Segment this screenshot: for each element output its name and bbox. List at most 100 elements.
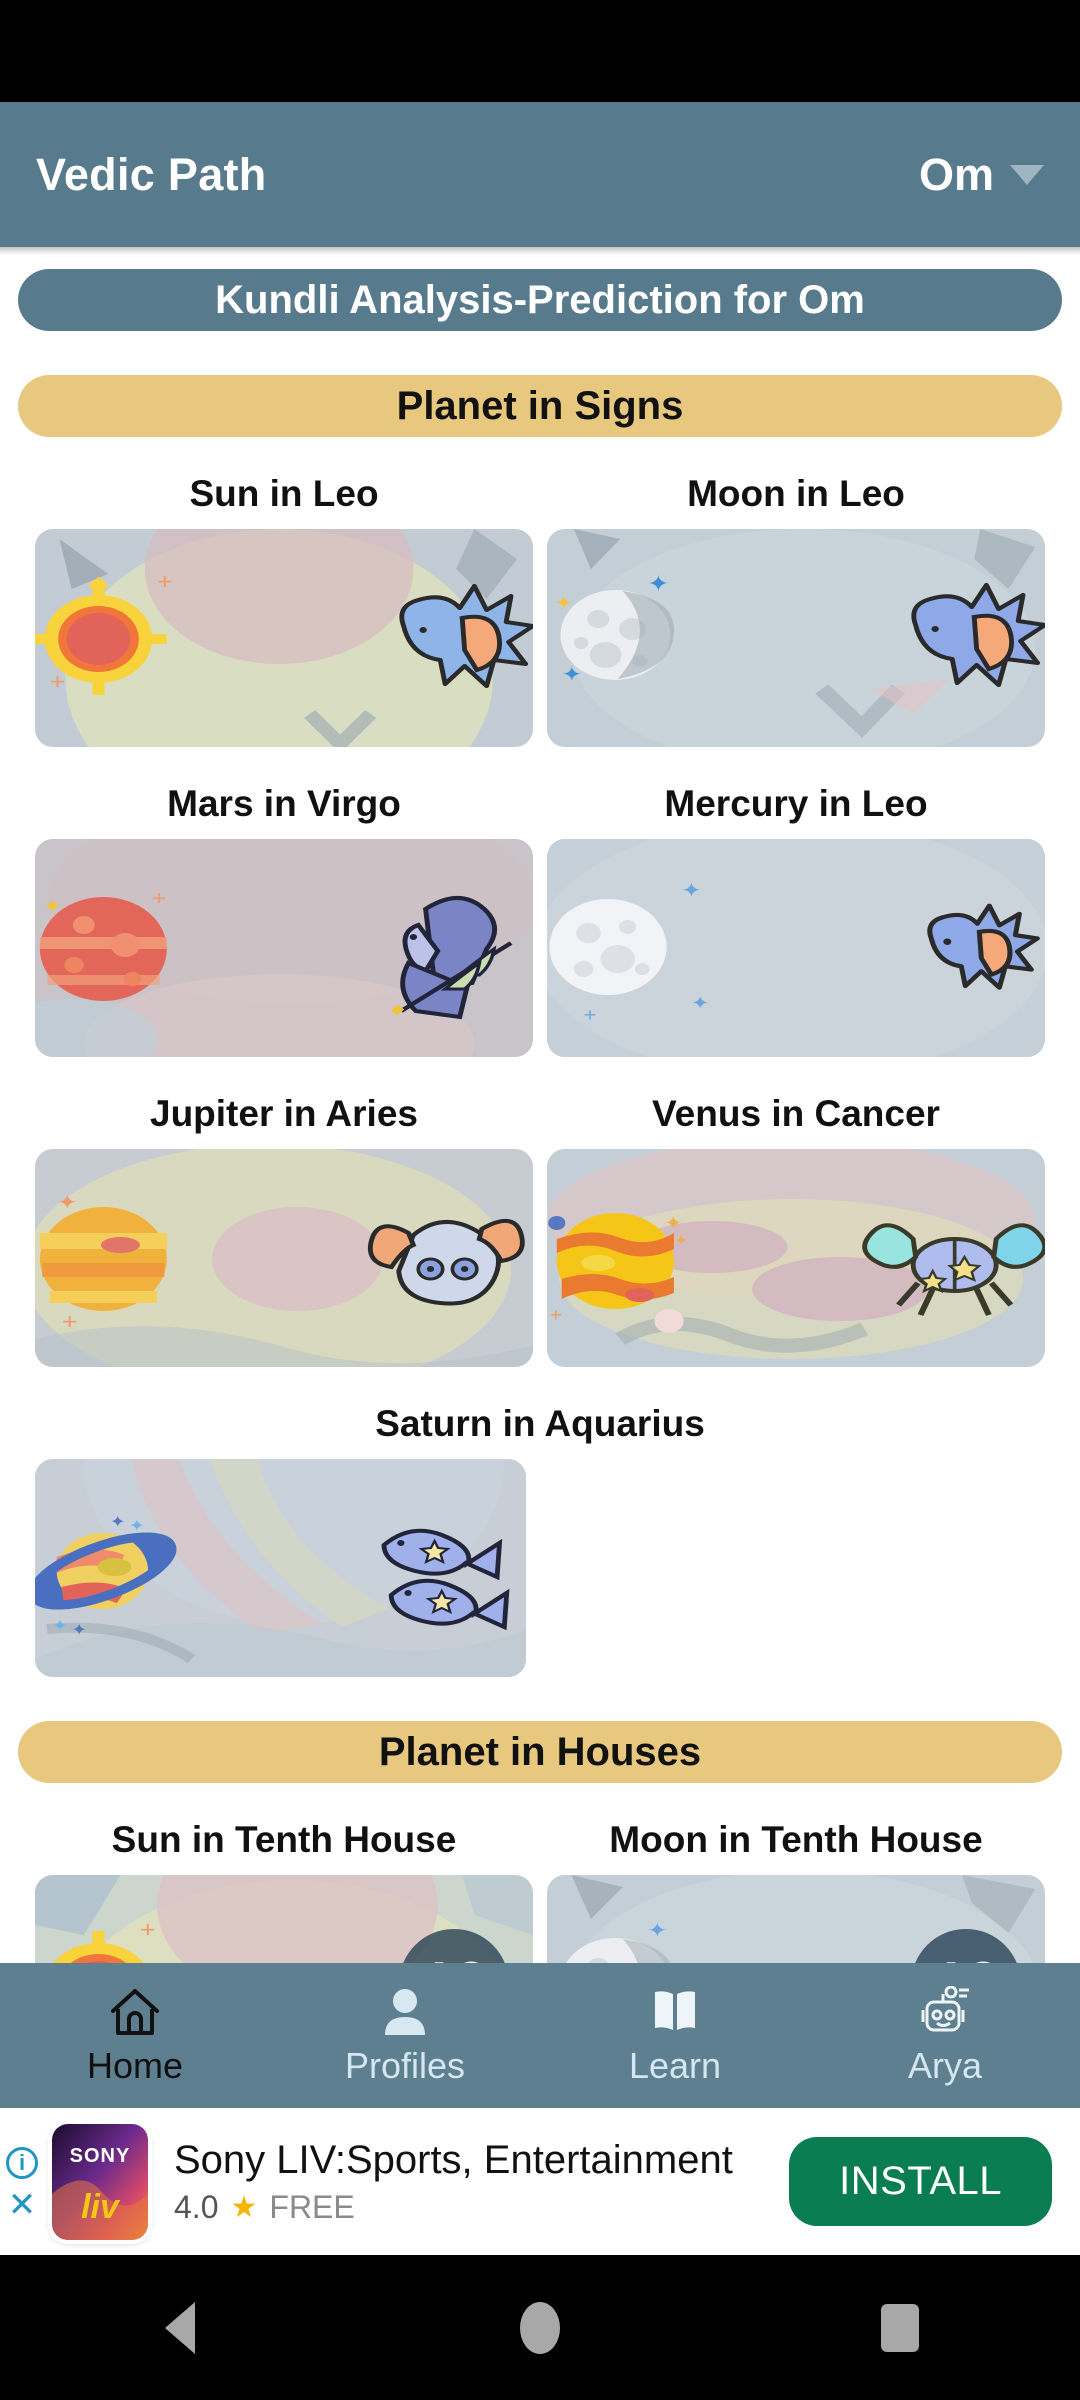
person-icon bbox=[381, 1985, 429, 2039]
info-icon[interactable]: i bbox=[6, 2146, 38, 2179]
svg-text:✦: ✦ bbox=[554, 594, 572, 614]
ad-rating: 4.0 bbox=[174, 2188, 219, 2225]
list-item[interactable]: Moon in Tenth House ✦ bbox=[540, 1819, 1052, 1963]
svg-text:✦: ✦ bbox=[129, 1517, 145, 1535]
ad-banner[interactable]: i ✕ SONY liv Sony LIV:Sports, Entertainm… bbox=[0, 2108, 1080, 2255]
scroll-content[interactable]: Kundli Analysis-Prediction for Om Planet… bbox=[0, 255, 1080, 1963]
system-recents-button[interactable] bbox=[800, 2255, 1000, 2400]
list-item[interactable]: Saturn in Aquarius ✦ ✦ ✦ ✦ bbox=[28, 1403, 1052, 1677]
svg-text:✦: ✦ bbox=[42, 895, 62, 917]
ad-subtitle: 4.0 ★ FREE bbox=[174, 2189, 789, 2226]
robot-icon bbox=[917, 1985, 973, 2039]
app-bar: Vedic Path Om bbox=[0, 102, 1080, 247]
planet-sign-card-venus-cancer[interactable]: ✦ ✦ + bbox=[547, 1149, 1045, 1367]
nav-label: Home bbox=[86, 2044, 184, 2086]
list-item[interactable]: Moon in Leo ✦ ✦ ✦ bbox=[540, 473, 1052, 747]
svg-text:✦: ✦ bbox=[681, 879, 701, 901]
svg-text:+: + bbox=[140, 1918, 156, 1942]
svg-text:+: + bbox=[584, 1006, 597, 1026]
svg-text:✦: ✦ bbox=[691, 994, 709, 1014]
svg-text:+: + bbox=[62, 1310, 78, 1334]
page-title: Kundli Analysis-Prediction for Om bbox=[215, 277, 865, 322]
section-title: Planet in Houses bbox=[378, 1729, 702, 1774]
planet-in-signs-grid: Sun in Leo + + Moon in Leo ✦ ✦ ✦ Mars in… bbox=[0, 437, 1080, 1677]
list-item[interactable]: Mars in Virgo + ✦ bbox=[28, 783, 540, 1057]
svg-text:✦: ✦ bbox=[71, 1621, 87, 1639]
system-back-button[interactable] bbox=[80, 2255, 280, 2400]
nav-label: Learn bbox=[628, 2044, 722, 2086]
card-label: Moon in Tenth House bbox=[609, 1819, 983, 1860]
svg-text:✦: ✦ bbox=[647, 1919, 667, 1941]
svg-text:✦: ✦ bbox=[110, 1513, 126, 1531]
nav-item-profiles[interactable]: Profiles bbox=[270, 1985, 540, 2087]
svg-text:✦: ✦ bbox=[52, 1617, 68, 1635]
nav-label: Arya bbox=[907, 2044, 983, 2086]
card-label: Sun in Tenth House bbox=[111, 1819, 457, 1860]
nav-item-arya[interactable]: Arya bbox=[810, 1985, 1080, 2087]
ad-controls: i ✕ bbox=[6, 2146, 38, 2222]
home-circle-icon bbox=[520, 2301, 560, 2354]
ad-text-block: Sony LIV:Sports, Entertainment 4.0 ★ FRE… bbox=[174, 2138, 789, 2226]
phone-screen: Vedic Path Om Kundli Analysis-Prediction… bbox=[0, 0, 1080, 2400]
list-item[interactable]: Venus in Cancer ✦ ✦ + bbox=[540, 1093, 1052, 1367]
card-label: Moon in Leo bbox=[687, 473, 905, 514]
card-label: Venus in Cancer bbox=[652, 1093, 940, 1134]
planet-sign-card-moon-leo[interactable]: ✦ ✦ ✦ bbox=[547, 529, 1045, 747]
bottom-navigation: Home Profiles Learn Arya bbox=[0, 1963, 1080, 2108]
planet-in-houses-grid: Sun in Tenth House + Moon in Tenth House… bbox=[0, 1783, 1080, 1963]
card-label: Saturn in Aquarius bbox=[375, 1403, 705, 1444]
planet-house-card-moon-tenth[interactable]: ✦ ✦ 10 bbox=[547, 1875, 1045, 1963]
star-icon: ★ bbox=[230, 2190, 258, 2224]
back-icon bbox=[165, 2301, 195, 2354]
ad-price: FREE bbox=[269, 2188, 355, 2225]
card-artwork-jupiter-aries: ✦ + bbox=[35, 1149, 533, 1367]
nav-item-home[interactable]: Home bbox=[0, 1985, 270, 2087]
profile-selector[interactable]: Om bbox=[919, 149, 1044, 201]
svg-text:+: + bbox=[157, 570, 173, 594]
list-item[interactable]: Sun in Leo + + bbox=[28, 473, 540, 747]
system-home-button[interactable] bbox=[440, 2255, 640, 2400]
svg-text:liv: liv bbox=[81, 2188, 121, 2226]
card-artwork-moon-leo: ✦ ✦ ✦ bbox=[547, 529, 1045, 747]
install-button[interactable]: INSTALL bbox=[789, 2137, 1052, 2226]
chevron-down-icon bbox=[1010, 164, 1044, 185]
svg-text:+: + bbox=[549, 1306, 562, 1326]
app-bar-shadow bbox=[0, 247, 1080, 255]
nav-item-learn[interactable]: Learn bbox=[540, 1985, 810, 2087]
planet-sign-card-jupiter-aries[interactable]: ✦ + bbox=[35, 1149, 533, 1367]
planet-sign-card-mercury-leo[interactable]: ✦ ✦ + bbox=[547, 839, 1045, 1057]
system-navigation-bar bbox=[0, 2255, 1080, 2400]
app-title: Vedic Path bbox=[36, 148, 267, 200]
card-artwork-saturn-aquarius: ✦ ✦ ✦ ✦ bbox=[35, 1459, 526, 1677]
planet-sign-card-sun-leo[interactable]: + + bbox=[35, 529, 533, 747]
close-icon[interactable]: ✕ bbox=[8, 2188, 37, 2222]
card-artwork-mars-virgo: + ✦ bbox=[35, 839, 533, 1057]
planet-sign-card-saturn-aquarius[interactable]: ✦ ✦ ✦ ✦ bbox=[35, 1459, 526, 1677]
svg-text:✦: ✦ bbox=[57, 1191, 77, 1213]
home-icon bbox=[109, 1985, 161, 2039]
section-header-planet-in-houses: Planet in Houses bbox=[18, 1721, 1062, 1783]
ad-title: Sony LIV:Sports, Entertainment bbox=[174, 2137, 733, 2182]
card-label: Mercury in Leo bbox=[664, 783, 928, 824]
card-artwork-mercury-leo: ✦ ✦ + bbox=[547, 839, 1045, 1057]
recents-icon bbox=[881, 2303, 919, 2352]
card-artwork-venus-cancer: ✦ ✦ + bbox=[547, 1149, 1045, 1367]
list-item[interactable]: Mercury in Leo ✦ ✦ + bbox=[540, 783, 1052, 1057]
svg-text:+: + bbox=[152, 887, 166, 909]
card-label: Sun in Leo bbox=[189, 473, 379, 514]
planet-sign-card-mars-virgo[interactable]: + ✦ bbox=[35, 839, 533, 1057]
nav-label: Profiles bbox=[344, 2044, 466, 2086]
svg-text:SONY: SONY bbox=[70, 2145, 131, 2167]
ad-app-icon: SONY liv bbox=[52, 2123, 148, 2240]
list-item[interactable]: Sun in Tenth House + bbox=[28, 1819, 540, 1963]
card-label: Mars in Virgo bbox=[167, 783, 401, 824]
list-item[interactable]: Jupiter in Aries ✦ + bbox=[28, 1093, 540, 1367]
card-artwork-sun-leo: + + bbox=[35, 529, 533, 747]
status-bar bbox=[0, 0, 1080, 102]
section-title: Planet in Signs bbox=[396, 383, 684, 428]
svg-text:✦: ✦ bbox=[562, 663, 582, 685]
svg-text:+: + bbox=[50, 670, 66, 694]
section-header-planet-in-signs: Planet in Signs bbox=[18, 375, 1062, 437]
profile-name: Om bbox=[918, 148, 994, 200]
planet-house-card-sun-tenth[interactable]: + + + 10 bbox=[35, 1875, 533, 1963]
